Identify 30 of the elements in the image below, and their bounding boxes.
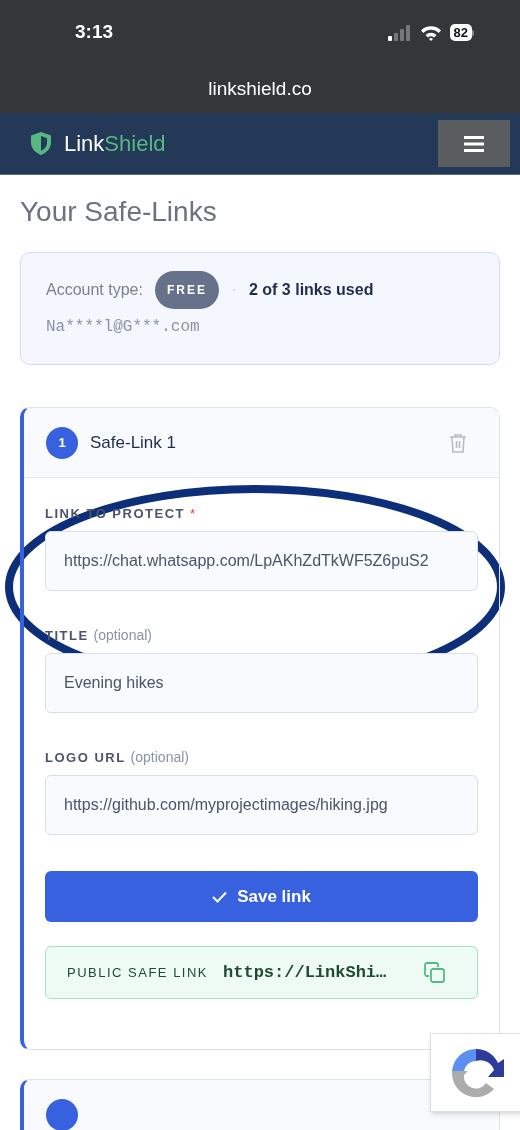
- public-link-label: PUBLIC SAFE LINK: [67, 963, 209, 982]
- account-email: Na****l@G***.com: [46, 317, 201, 338]
- menu-icon: [464, 135, 484, 152]
- clock-time: 3:13: [75, 20, 114, 45]
- input-field[interactable]: https://chat.whatsapp.com/LpAKhZdTkWF5Z6puS2: [45, 531, 478, 591]
- public-link-url[interactable]: https://LinkShi…: [223, 959, 387, 986]
- battery-icon: 82: [449, 24, 474, 41]
- page-title: Your Safe-Links: [20, 195, 218, 229]
- number-badge: [46, 1098, 78, 1130]
- links-usage: 2 of 3 links used: [248, 280, 374, 300]
- shield-icon: [30, 131, 52, 156]
- required-mark: *: [190, 506, 196, 522]
- optional-hint: (optional): [93, 627, 152, 643]
- save-button[interactable]: Save link: [45, 871, 478, 922]
- number-badge: 1: [46, 426, 78, 459]
- account-type-label: Account type:: [46, 280, 143, 300]
- input-field[interactable]: https://github.com/myprojectimages/hiking.jpg: [45, 775, 478, 835]
- address-bar-url[interactable]: linkshield.co: [208, 74, 312, 104]
- plan-badge: FREE: [154, 271, 219, 309]
- wifi-icon: [419, 24, 442, 41]
- link-title: Safe-Link 1: [90, 431, 176, 454]
- brand-name[interactable]: LinkShield: [64, 127, 166, 160]
- optional-hint: (optional): [130, 749, 189, 765]
- input-field[interactable]: Evening hikes: [45, 653, 478, 713]
- signal-icon: [387, 24, 412, 41]
- field-label: TITLE: [45, 628, 89, 644]
- field-label: LOGO URL: [45, 750, 126, 766]
- menu-button[interactable]: [438, 120, 510, 167]
- recaptcha-badge[interactable]: [430, 1033, 520, 1112]
- check-icon: [212, 890, 228, 903]
